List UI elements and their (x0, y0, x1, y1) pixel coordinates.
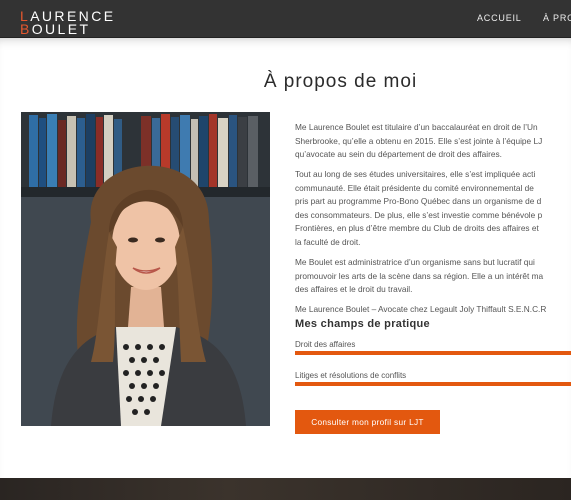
bio-line: promouvoir les arts de la scène dans sa … (295, 270, 544, 281)
bio-paragraph-1: Me Laurence Boulet est titulaire d’un ba… (295, 121, 571, 162)
bio-line: communauté. Elle était présidente du com… (295, 182, 534, 193)
portrait-photo (21, 112, 270, 426)
nav-item-accueil[interactable]: ACCUEIL (477, 13, 522, 23)
skill-litiges: Litiges et résolutions de conflits (295, 371, 571, 386)
practice-areas-heading: Mes champs de pratique (295, 318, 430, 330)
bio-line: des affaires et le droit du travail. (295, 284, 413, 295)
bio-line: Frontières, en plus d’être membre du Clu… (295, 223, 539, 234)
bio-text: Me Laurence Boulet est titulaire d’un ba… (295, 121, 571, 323)
bio-line: Tout au long de ses études universitaire… (295, 169, 536, 180)
view-ljt-profile-button[interactable]: Consulter mon profil sur LJT (295, 410, 440, 434)
skill-bar-track (295, 351, 571, 355)
bio-line: des consommateurs. De plus, elle s’est i… (295, 209, 543, 220)
bio-line: pris part au programme Pro-Bono Québec d… (295, 196, 542, 207)
bio-line: la faculté de droit. (295, 237, 361, 248)
footer-strip (0, 478, 571, 500)
skill-bar-fill (295, 351, 571, 355)
bio-line: Sherbrooke, qu’elle a obtenu en 2015. El… (295, 135, 543, 146)
main-nav: ACCUEIL À PROPOS (477, 13, 571, 23)
bio-line: Me Laurence Boulet est titulaire d’un ba… (295, 122, 538, 132)
logo-line-last: Boulet (20, 21, 91, 37)
site-logo[interactable]: Laurence Boulet (20, 9, 115, 37)
bio-paragraph-2: Tout au long de ses études universitaire… (295, 168, 571, 250)
bio-line: qu’avocate au sein du département de dro… (295, 149, 502, 160)
skill-bar-track (295, 382, 571, 386)
skill-droit-des-affaires: Droit des affaires (295, 340, 571, 355)
bio-line: Me Boulet est administratrice d’un organ… (295, 256, 535, 267)
site-header: Laurence Boulet ACCUEIL À PROPOS (0, 0, 571, 38)
page-title: À propos de moi (263, 71, 418, 92)
skill-label: Droit des affaires (295, 340, 356, 349)
bio-paragraph-4: Me Laurence Boulet – Avocate chez Legaul… (295, 303, 571, 317)
portrait-illustration (21, 112, 270, 426)
skill-bar-fill (295, 382, 571, 386)
nav-item-a-propos[interactable]: À PROPOS (543, 13, 571, 23)
bio-paragraph-3: Me Boulet est administratrice d’un organ… (295, 256, 571, 297)
bio-line: Me Laurence Boulet – Avocate chez Legaul… (295, 304, 547, 315)
skill-label: Litiges et résolutions de conflits (295, 371, 407, 380)
